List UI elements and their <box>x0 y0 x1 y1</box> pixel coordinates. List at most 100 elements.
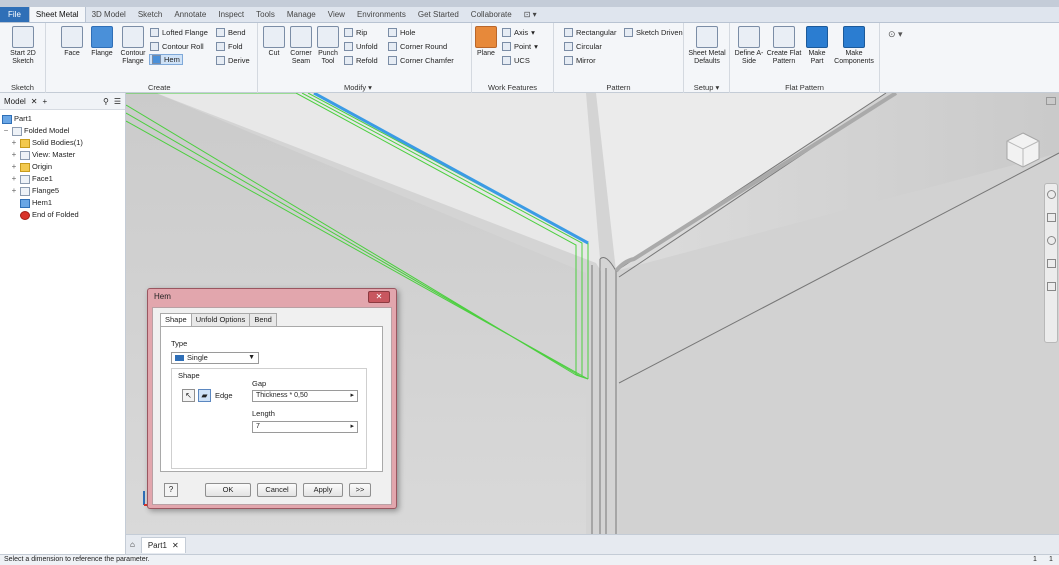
tree-item-part1[interactable]: Part1 <box>2 113 123 125</box>
bend-button[interactable]: Bend <box>216 27 246 38</box>
chevron-right-icon[interactable]: ▸ <box>350 391 354 401</box>
add-panel-icon[interactable]: ⊙ ▾ <box>888 29 903 40</box>
length-field[interactable]: 7 ▸ <box>252 421 358 433</box>
expand-icon[interactable]: + <box>10 173 18 185</box>
create-flat-pattern-button[interactable]: Create Flat Pattern <box>766 26 802 66</box>
corner-seam-button[interactable]: Corner Seam <box>288 26 314 66</box>
sketch-driven-icon <box>624 28 633 37</box>
document-tab-part1[interactable]: Part1 ✕ <box>140 536 186 553</box>
menu-icon[interactable]: ☰ <box>114 97 121 106</box>
define-a-side-button[interactable]: Define A-Side <box>734 26 764 66</box>
more-button[interactable]: >> <box>349 483 371 497</box>
dialog-title-bar[interactable]: Hem ✕ <box>148 289 396 305</box>
expand-icon[interactable]: + <box>10 161 18 173</box>
tab-view[interactable]: View <box>322 7 351 22</box>
steering-wheel-icon[interactable] <box>1047 190 1056 199</box>
sketch-driven-button[interactable]: Sketch Driven <box>624 27 683 38</box>
expand-icon[interactable]: + <box>10 185 18 197</box>
tab-get-started[interactable]: Get Started <box>412 7 465 22</box>
apply-button[interactable]: Apply <box>303 483 343 497</box>
tab-3d-model[interactable]: 3D Model <box>86 7 132 22</box>
gap-field[interactable]: Thickness * 0,50 ▸ <box>252 390 358 402</box>
face-button[interactable]: Face <box>60 26 84 58</box>
ribbon-options-icon[interactable]: ⊡ ▾ <box>518 7 543 22</box>
start-2d-sketch-button[interactable]: Start 2D Sketch <box>4 26 42 66</box>
corner-round-button[interactable]: Corner Round <box>388 41 447 52</box>
search-icon[interactable]: ⚲ <box>103 97 109 106</box>
fold-button[interactable]: Fold <box>216 41 243 52</box>
lofted-flange-button[interactable]: Lofted Flange <box>150 27 208 38</box>
mirror-button[interactable]: Mirror <box>564 55 596 66</box>
tree-item-folded-model[interactable]: − Folded Model <box>2 125 123 137</box>
edge-select-button[interactable]: ▰ <box>198 389 211 402</box>
punch-tool-button[interactable]: Punch Tool <box>316 26 340 66</box>
corner-chamfer-button[interactable]: Corner Chamfer <box>388 55 454 66</box>
derive-button[interactable]: Derive <box>216 55 250 66</box>
cut-button[interactable]: Cut <box>262 26 286 58</box>
tab-sketch[interactable]: Sketch <box>132 7 168 22</box>
hole-label: Hole <box>400 28 416 37</box>
chevron-right-icon[interactable]: ▸ <box>350 422 354 432</box>
sheet-metal-defaults-button[interactable]: Sheet Metal Defaults <box>686 26 728 66</box>
ucs-button[interactable]: UCS <box>502 55 530 66</box>
close-icon[interactable]: ✕ <box>31 97 38 106</box>
unfold-button[interactable]: Unfold <box>344 41 378 52</box>
pan-icon[interactable] <box>1047 213 1056 222</box>
rip-button[interactable]: Rip <box>344 27 367 38</box>
axis-button[interactable]: Axis ▾ <box>502 27 535 38</box>
add-tab-icon[interactable]: + <box>43 97 48 106</box>
tree-item-flange5[interactable]: + Flange5 <box>2 185 123 197</box>
make-components-button[interactable]: Make Components <box>832 26 876 66</box>
view-cube[interactable] <box>1004 131 1042 169</box>
close-icon[interactable]: ✕ <box>172 541 179 550</box>
cancel-button[interactable]: Cancel <box>257 483 297 497</box>
flange-button[interactable]: Flange <box>88 26 116 58</box>
rectangular-button[interactable]: Rectangular <box>564 27 616 38</box>
panel-setup-title[interactable]: Setup ▾ <box>684 82 729 93</box>
tree-item-face1[interactable]: + Face1 <box>2 173 123 185</box>
tab-inspect[interactable]: Inspect <box>212 7 250 22</box>
tree-item-origin[interactable]: + Origin <box>2 161 123 173</box>
point-button[interactable]: Point ▾ <box>502 41 538 52</box>
tab-tools[interactable]: Tools <box>250 7 281 22</box>
contour-roll-button[interactable]: Contour Roll <box>150 41 204 52</box>
tab-annotate[interactable]: Annotate <box>168 7 212 22</box>
tree-item-view-master[interactable]: + View: Master <box>2 149 123 161</box>
tab-environments[interactable]: Environments <box>351 7 412 22</box>
rip-icon <box>344 28 353 37</box>
tab-collaborate[interactable]: Collaborate <box>465 7 518 22</box>
zoom-icon[interactable] <box>1047 236 1056 245</box>
maximize-icon[interactable] <box>1046 97 1056 105</box>
home-icon[interactable]: ⌂ <box>130 540 135 549</box>
hole-button[interactable]: Hole <box>388 27 415 38</box>
contour-flange-button[interactable]: Contour Flange <box>118 26 148 66</box>
tree-item-solid-bodies[interactable]: + Solid Bodies(1) <box>2 137 123 149</box>
point-label: Point <box>514 42 532 51</box>
orbit-icon[interactable] <box>1047 259 1056 268</box>
expand-icon[interactable]: + <box>10 137 18 149</box>
make-part-button[interactable]: Make Part <box>804 26 830 66</box>
select-cursor-icon[interactable]: ↖ <box>182 389 195 402</box>
tree-item-end-of-folded[interactable]: End of Folded <box>2 209 123 221</box>
tree-item-hem1[interactable]: Hem1 <box>2 197 123 209</box>
plane-button[interactable]: Plane <box>474 26 498 58</box>
close-button[interactable]: ✕ <box>368 291 390 303</box>
tab-unfold-options[interactable]: Unfold Options <box>190 313 251 326</box>
refold-button[interactable]: Refold <box>344 55 378 66</box>
tab-file[interactable]: File <box>0 7 29 22</box>
circular-button[interactable]: Circular <box>564 41 602 52</box>
tab-sheet-metal[interactable]: Sheet Metal <box>28 7 86 22</box>
tab-manage[interactable]: Manage <box>281 7 322 22</box>
look-at-icon[interactable] <box>1047 282 1056 291</box>
browser-tab-model[interactable]: Model <box>4 97 26 106</box>
ok-button[interactable]: OK <box>205 483 251 497</box>
tab-shape[interactable]: Shape <box>160 313 192 327</box>
expand-icon[interactable]: + <box>10 149 18 161</box>
make-components-label: Make Components <box>834 50 874 65</box>
help-icon[interactable]: ? <box>164 483 178 497</box>
hem-button[interactable]: Hem <box>149 54 183 65</box>
collapse-icon[interactable]: − <box>2 125 10 137</box>
panel-modify-title[interactable]: Modify ▾ <box>258 82 471 93</box>
tab-bend[interactable]: Bend <box>249 313 277 326</box>
type-select[interactable]: Single ▼ <box>171 352 259 364</box>
